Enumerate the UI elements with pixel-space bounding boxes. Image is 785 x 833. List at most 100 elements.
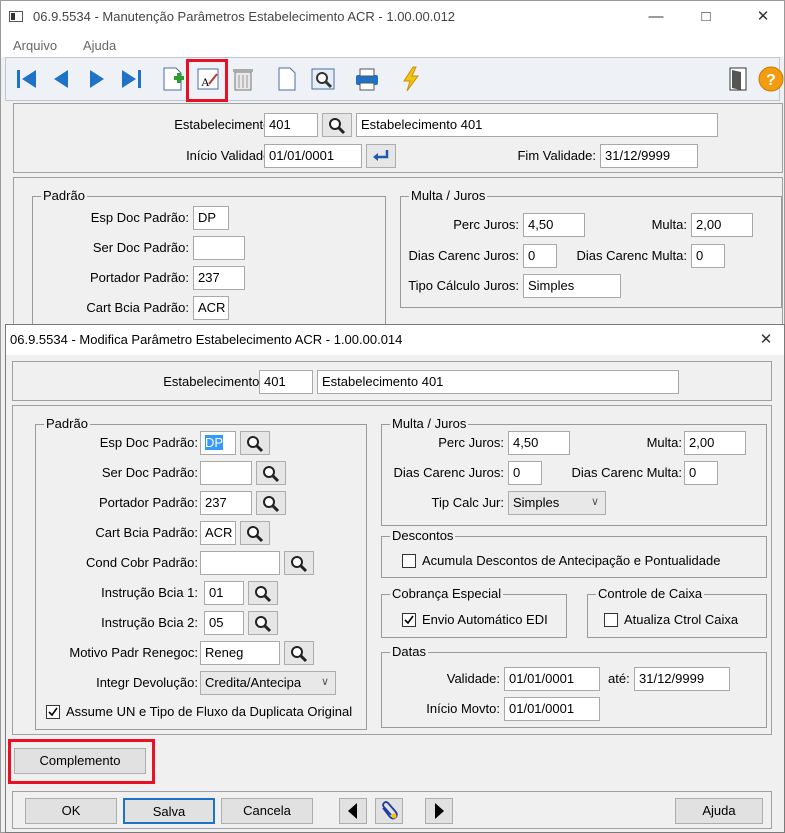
salva-button[interactable]: Salva [123, 798, 215, 824]
estab-name-field[interactable]: Estabelecimento 401 [317, 370, 679, 394]
bg-estab-search-button[interactable] [322, 113, 352, 137]
svg-text:?: ? [766, 72, 776, 89]
instrucao2-label: Instrução Bcia 2: [101, 615, 198, 630]
bg-esp-field[interactable]: DP [193, 206, 229, 230]
perc-juros-field[interactable]: 4,50 [508, 431, 570, 455]
next-record-icon[interactable] [82, 64, 112, 94]
cancela-button[interactable]: Cancela [221, 798, 313, 824]
exit-door-icon[interactable] [723, 64, 753, 94]
bg-fim-field[interactable]: 31/12/9999 [600, 144, 698, 168]
bg-estab-name-field[interactable]: Estabelecimento 401 [356, 113, 718, 137]
envio-edi-checkbox[interactable] [402, 613, 416, 627]
acumula-descontos-checkbox[interactable] [402, 554, 416, 568]
bg-ser-field[interactable] [193, 236, 245, 260]
cond-cobr-search-button[interactable] [284, 551, 314, 575]
bg-multa-field[interactable]: 2,00 [691, 213, 753, 237]
bg-ser-label: Ser Doc Padrão: [92, 240, 189, 255]
dias-carenc-multa-field[interactable]: 0 [684, 461, 718, 485]
previous-record-icon[interactable] [46, 64, 76, 94]
delete-record-icon[interactable] [228, 64, 258, 94]
bg-perc-label: Perc Juros: [453, 217, 519, 232]
instrucao1-field[interactable]: 01 [204, 581, 244, 605]
attachment-button[interactable] [375, 798, 403, 824]
bg-dcm-label: Dias Carenc Multa: [576, 248, 687, 263]
bg-estab-code-field[interactable]: 401 [264, 113, 318, 137]
bg-dcj-field[interactable]: 0 [523, 244, 557, 268]
ajuda-button[interactable]: Ajuda [675, 798, 763, 824]
esp-doc-field[interactable]: DP [200, 431, 236, 455]
portador-field[interactable]: 237 [200, 491, 252, 515]
close-button[interactable]: ✕ [753, 7, 773, 27]
envio-edi-label: Envio Automático EDI [422, 612, 548, 627]
ok-button[interactable]: OK [25, 798, 117, 824]
datas-frame: Datas Validade: 01/01/0001 até: 31/12/99… [381, 644, 767, 728]
motivo-search-button[interactable] [284, 641, 314, 665]
new-record-icon[interactable] [158, 64, 188, 94]
print-icon[interactable] [352, 64, 382, 94]
dialog-title: 06.9.5534 - Modifica Parâmetro Estabelec… [10, 332, 403, 347]
instrucao1-search-button[interactable] [248, 581, 278, 605]
last-record-icon[interactable] [116, 64, 146, 94]
arrow-left-icon [348, 803, 357, 819]
esp-doc-value: DP [205, 435, 224, 450]
motivo-field[interactable]: Reneg [200, 641, 280, 665]
bg-body-panel: Padrão Esp Doc Padrão: DP Ser Doc Padrão… [13, 177, 783, 336]
menu-arquivo[interactable]: Arquivo [13, 38, 57, 53]
previous-button[interactable] [339, 798, 367, 824]
dialog-close-button[interactable]: ✕ [756, 330, 776, 350]
magnifier-icon [291, 556, 308, 573]
bg-inicio-field[interactable]: 01/01/0001 [264, 144, 362, 168]
minimize-button[interactable]: — [646, 7, 666, 27]
bg-tipo-field[interactable]: Simples [523, 274, 621, 298]
tip-calc-jur-select[interactable]: Simples ∨ [508, 491, 606, 515]
estab-label: Estabelecimento: [163, 374, 263, 389]
assume-un-checkbox[interactable] [46, 705, 60, 719]
cond-cobr-field[interactable] [200, 551, 280, 575]
search-record-icon[interactable] [308, 64, 338, 94]
atualiza-ctrol-caixa-checkbox[interactable] [604, 613, 618, 627]
bg-cart-field[interactable]: ACR [193, 296, 229, 320]
arrow-right-icon [435, 803, 444, 819]
copy-record-icon[interactable] [272, 64, 302, 94]
bg-port-label: Portador Padrão: [89, 270, 189, 285]
ser-doc-field[interactable] [200, 461, 252, 485]
execute-lightning-icon[interactable] [396, 64, 426, 94]
first-record-icon[interactable] [12, 64, 42, 94]
controle-caixa-title: Controle de Caixa [596, 586, 705, 601]
bg-port-field[interactable]: 237 [193, 266, 245, 290]
inicio-movto-field[interactable]: 01/01/0001 [504, 697, 600, 721]
instrucao2-search-button[interactable] [248, 611, 278, 635]
integr-devolucao-select[interactable]: Credita/Antecipa ∨ [200, 671, 336, 695]
portador-search-button[interactable] [256, 491, 286, 515]
app-icon [9, 11, 23, 22]
padrao-frame: Padrão Esp Doc Padrão: DP Ser Doc Padrão… [35, 416, 367, 730]
ate-field[interactable]: 31/12/9999 [634, 667, 730, 691]
instrucao2-field[interactable]: 05 [204, 611, 244, 635]
next-button[interactable] [425, 798, 453, 824]
dias-carenc-juros-label: Dias Carenc Juros: [393, 465, 504, 480]
validade-field[interactable]: 01/01/0001 [504, 667, 600, 691]
ser-doc-search-button[interactable] [256, 461, 286, 485]
menu-ajuda[interactable]: Ajuda [83, 38, 116, 53]
dias-carenc-multa-label: Dias Carenc Multa: [571, 465, 682, 480]
padrao-title: Padrão [44, 416, 90, 431]
bg-dcm-field[interactable]: 0 [691, 244, 725, 268]
cart-bcia-field[interactable]: ACR [200, 521, 236, 545]
dias-carenc-juros-field[interactable]: 0 [508, 461, 542, 485]
integr-devolucao-value: Credita/Antecipa [205, 675, 302, 690]
bg-cart-label: Cart Bcia Padrão: [86, 300, 189, 315]
dialog-body-panel: Padrão Esp Doc Padrão: DP Ser Doc Padrão… [12, 405, 772, 735]
cart-bcia-search-button[interactable] [240, 521, 270, 545]
multa-field[interactable]: 2,00 [684, 431, 746, 455]
checkmark-icon [404, 615, 414, 625]
bg-enter-button[interactable] [366, 144, 396, 168]
descontos-title: Descontos [390, 528, 456, 543]
help-icon[interactable]: ? [756, 64, 785, 94]
esp-doc-search-button[interactable] [240, 431, 270, 455]
bg-perc-field[interactable]: 4,50 [523, 213, 585, 237]
estab-code-field[interactable]: 401 [259, 370, 313, 394]
inicio-movto-label: Início Movto: [426, 701, 500, 716]
maximize-button[interactable]: □ [696, 7, 716, 27]
bg-estab-label: Estabelecimento: [174, 117, 274, 132]
perc-juros-label: Perc Juros: [438, 435, 504, 450]
